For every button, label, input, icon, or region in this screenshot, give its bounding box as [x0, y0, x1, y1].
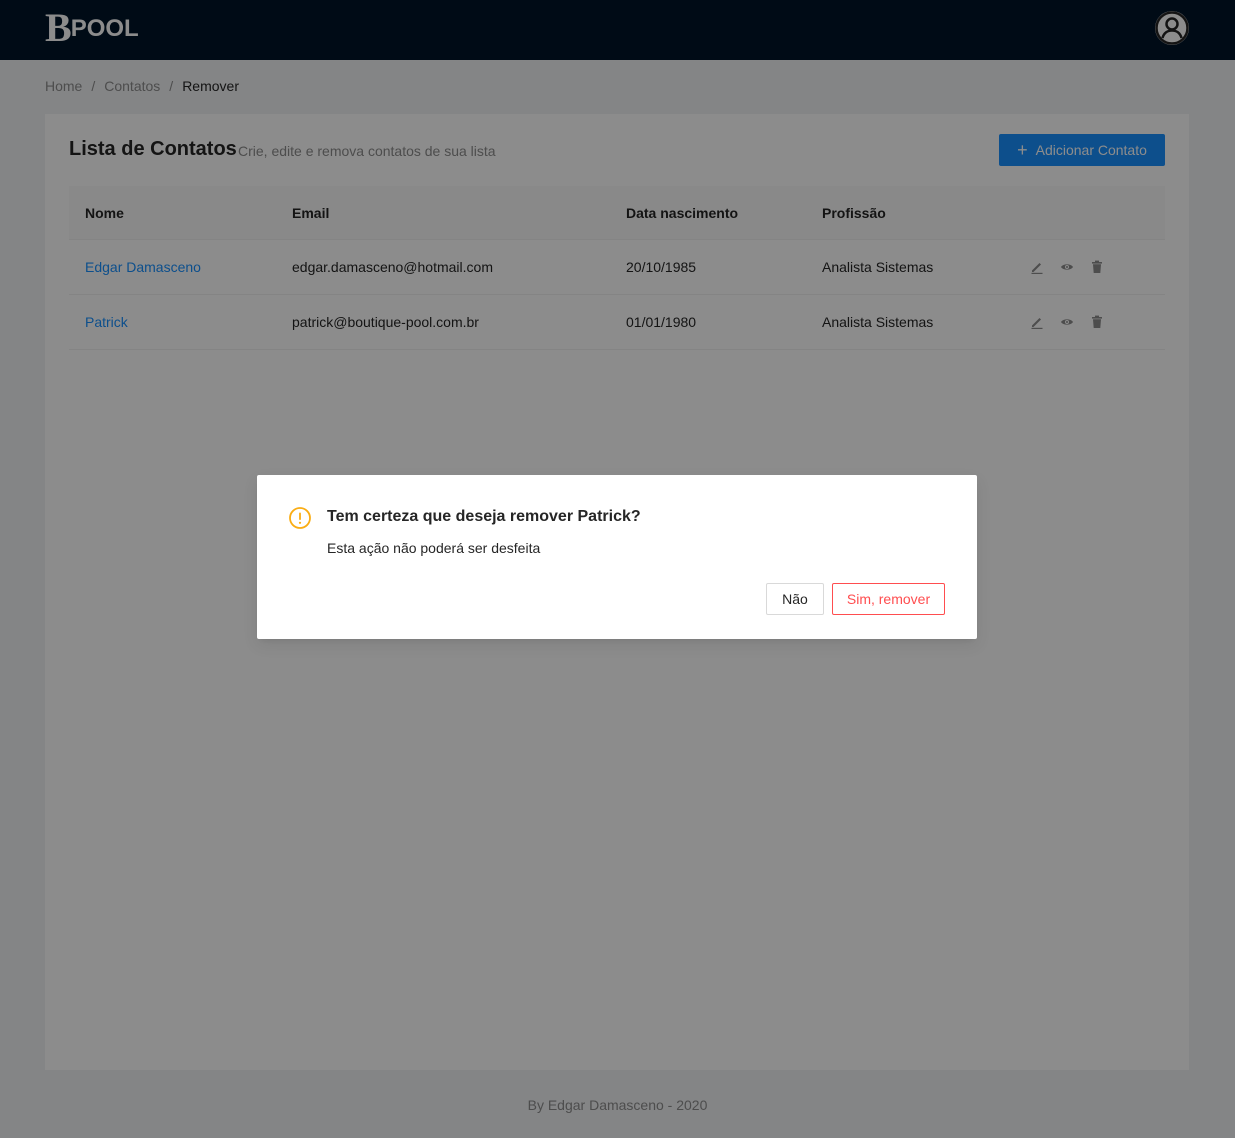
- dialog-title: Tem certeza que deseja remover Patrick?: [327, 508, 641, 525]
- confirm-remove-button[interactable]: Sim, remover: [832, 583, 945, 615]
- cancel-button[interactable]: Não: [766, 583, 824, 615]
- exclamation-circle-icon: [289, 507, 311, 529]
- confirm-remove-dialog: Tem certeza que deseja remover Patrick? …: [257, 475, 977, 639]
- dialog-message: Esta ação não poderá ser desfeita: [327, 540, 541, 556]
